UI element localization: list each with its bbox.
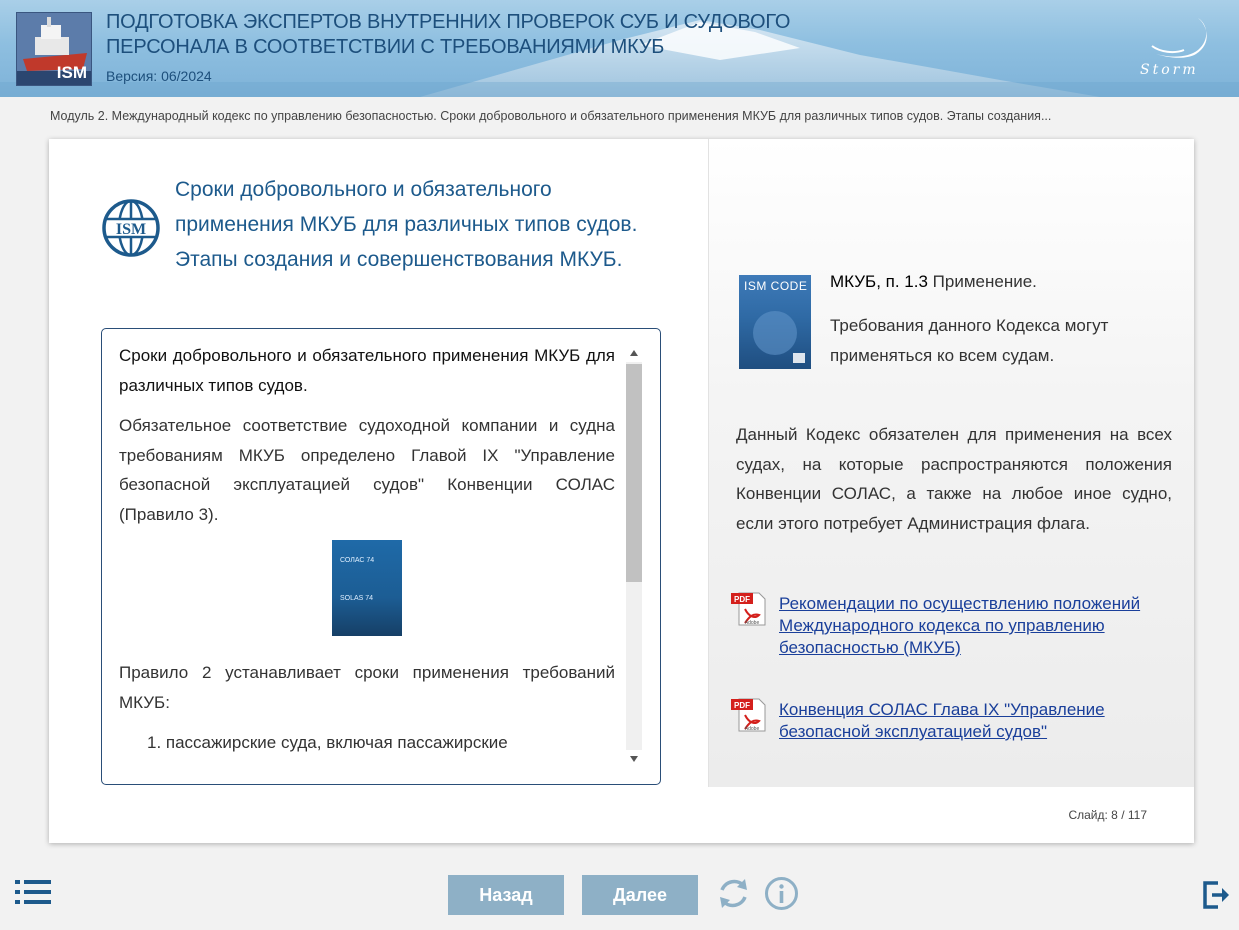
back-button[interactable]: Назад xyxy=(448,875,564,915)
slide-title: Сроки добровольного и обязательного прим… xyxy=(175,178,638,271)
slide-panel: ISM Сроки добровольного и обязательного … xyxy=(49,139,1194,843)
refresh-icon[interactable] xyxy=(716,876,751,911)
ism-globe-icon: ISM xyxy=(102,199,160,257)
slide-counter: Слайд: 8 / 117 xyxy=(1068,808,1147,822)
globe-cover-icon xyxy=(753,311,805,363)
course-title: ПОДГОТОВКА ЭКСПЕРТОВ ВНУТРЕННИХ ПРОВЕРОК… xyxy=(106,11,791,58)
scroll-content: Сроки добровольного и обязательного прим… xyxy=(119,341,615,765)
reference-line: МКУБ, п. 1.3 Применение. xyxy=(830,272,1170,292)
breadcrumb: Модуль 2. Международный кодекс по управл… xyxy=(50,109,1052,123)
scroll-down-icon[interactable] xyxy=(630,756,638,762)
course-version: Версия: 06/2024 xyxy=(106,68,212,84)
menu-list-icon[interactable] xyxy=(15,880,51,904)
scrollbar-thumb[interactable] xyxy=(626,364,642,582)
scroll-paragraph-2: Правило 2 устанавливает сроки применения… xyxy=(119,663,615,712)
link-recommendations[interactable]: Рекомендации по осуществлению положений … xyxy=(779,593,1179,659)
slide-left-pane: ISM Сроки добровольного и обязательного … xyxy=(49,139,708,787)
next-button[interactable]: Далее xyxy=(582,875,698,915)
header-banner: ISM ПОДГОТОВКА ЭКСПЕРТОВ ВНУТРЕННИХ ПРОВ… xyxy=(0,0,1239,97)
logo-ism-text: ISM xyxy=(56,63,87,82)
scroll-up-icon[interactable] xyxy=(630,350,638,356)
scroll-lead: Сроки добровольного и обязательного прим… xyxy=(119,346,615,395)
badge-text: ISM xyxy=(116,221,146,238)
slide-right-pane: ISM CODE МКУБ, п. 1.3 Применение. Требов… xyxy=(708,139,1194,787)
brand-name: Storm xyxy=(1140,62,1199,78)
exit-icon[interactable] xyxy=(1202,880,1230,910)
scroll-list-item: 1. пассажирские суда, включая пассажирск… xyxy=(147,733,508,752)
right-paragraph: Данный Кодекс обязателен для применения … xyxy=(736,425,1172,533)
pdf-label: PDF xyxy=(734,701,750,710)
vertical-scrollbar[interactable] xyxy=(624,346,644,766)
pdf-icon: PDF Adobe xyxy=(731,592,766,626)
reference-code: МКУБ, п. 1.3 xyxy=(830,272,928,291)
reference-title: Применение. xyxy=(927,272,1037,291)
solas-cover-line1: СОЛАС 74 xyxy=(340,557,375,564)
pdf-icon: PDF Adobe xyxy=(731,698,766,732)
info-icon[interactable] xyxy=(764,876,799,911)
pdf-label: PDF xyxy=(734,595,750,604)
solas-book-image: СОЛАС 74 SOLAS 74 xyxy=(332,540,402,636)
adobe-label: Adobe xyxy=(745,620,760,626)
solas-cover-line2: SOLAS 74 xyxy=(340,595,374,602)
adobe-label: Adobe xyxy=(745,726,760,732)
course-logo: ISM xyxy=(16,12,92,86)
scrollable-text-box[interactable]: Сроки добровольного и обязательного прим… xyxy=(101,328,661,785)
scroll-paragraph-1: Обязательное соответствие судоходной ком… xyxy=(119,416,615,524)
link-solas-chapter-ix[interactable]: Конвенция СОЛАС Глава IX "Управление без… xyxy=(779,699,1179,743)
reference-description: Требования данного Кодекса могут применя… xyxy=(830,316,1109,365)
ism-code-book-image: ISM CODE xyxy=(739,275,811,369)
